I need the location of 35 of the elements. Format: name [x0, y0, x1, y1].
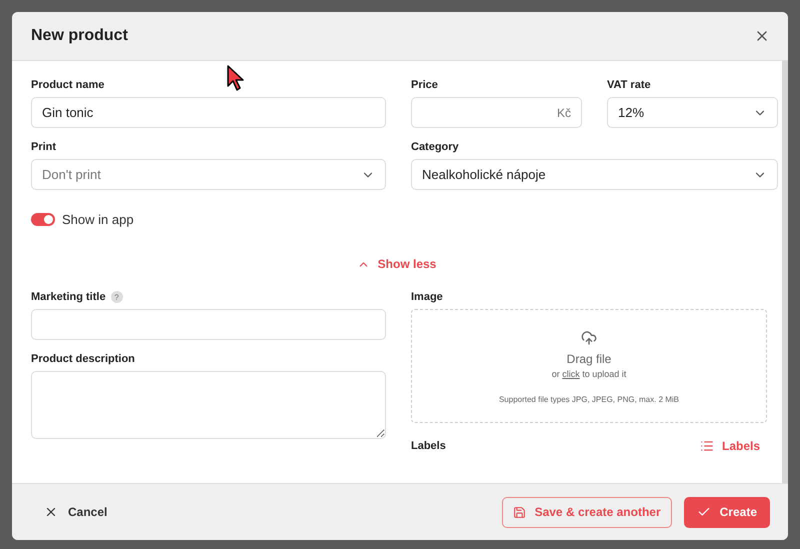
- textarea-field[interactable]: [31, 371, 386, 439]
- field-label: Image: [411, 291, 444, 303]
- select-field[interactable]: 12%: [607, 97, 778, 128]
- input-field[interactable]: [31, 309, 386, 340]
- close-icon: [44, 505, 58, 519]
- upload-cloud-icon: [581, 330, 597, 346]
- price-field[interactable]: Kč: [411, 97, 582, 128]
- list-icon: [700, 439, 714, 453]
- drop-title: Drag file: [566, 352, 612, 366]
- field-label: Product name: [31, 79, 106, 91]
- select-field[interactable]: Don't print: [31, 159, 386, 190]
- field-label: Print: [31, 141, 58, 153]
- toggle-label: Show in app: [62, 212, 134, 227]
- save-and-create-another-button[interactable]: Save & create another: [502, 496, 672, 528]
- currency-suffix: Kč: [556, 106, 571, 120]
- dialog-title: New product: [31, 27, 128, 45]
- cancel-button[interactable]: Cancel: [38, 504, 114, 520]
- help-badge[interactable]: ?: [110, 291, 123, 303]
- file-drop-zone[interactable]: Drag file or click to upload it Supported file types JPG, JPEG, PNG, max. 2 MiB: [411, 309, 767, 423]
- field-label: VAT rate: [607, 79, 652, 91]
- drop-hint: or click to upload it: [552, 369, 626, 379]
- supported-types-text: Supported file types JPG, JPEG, PNG, max. 2 MiB: [498, 395, 680, 404]
- field-label: Labels: [411, 440, 446, 452]
- field-label: Price: [411, 79, 439, 91]
- toggle-switch[interactable]: [31, 213, 55, 226]
- labels-button[interactable]: Labels: [700, 439, 760, 453]
- show-less-button[interactable]: Show less: [356, 257, 436, 271]
- input-field[interactable]: Gin tonic: [31, 97, 386, 128]
- create-button[interactable]: Create: [684, 496, 770, 528]
- field-label: Marketing title: [31, 291, 106, 303]
- field-label: Category: [411, 141, 460, 153]
- select-field[interactable]: Nealkoholické nápoje: [411, 159, 778, 190]
- upload-link[interactable]: click: [562, 369, 580, 379]
- field-label: Product description: [31, 353, 136, 365]
- save-icon: [512, 506, 526, 518]
